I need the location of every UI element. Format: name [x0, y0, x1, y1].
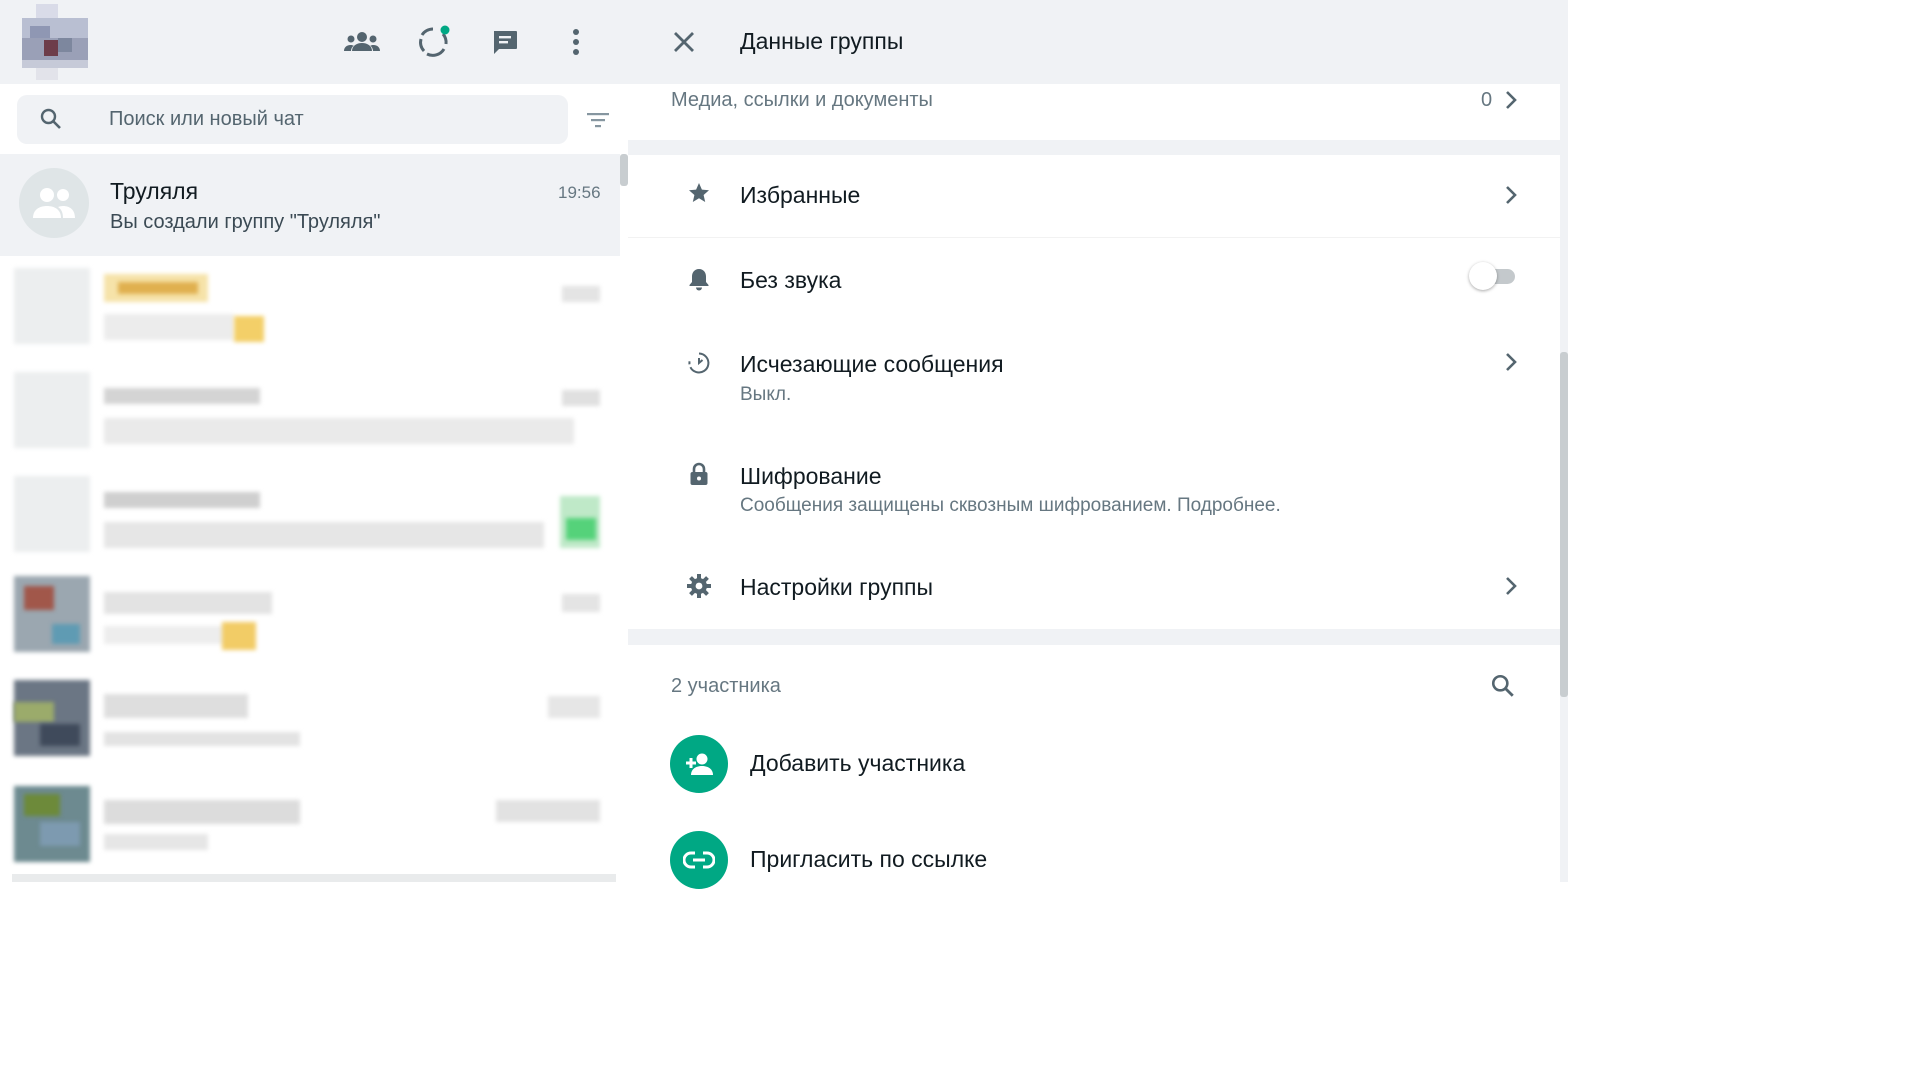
- encryption-row[interactable]: Шифрование Сообщения защищены сквозным ш…: [628, 434, 1560, 546]
- page-title: Данные группы: [740, 28, 904, 54]
- status-icon[interactable]: [413, 22, 453, 62]
- profile-avatar[interactable]: [22, 4, 88, 80]
- media-count: 0: [1481, 89, 1493, 111]
- close-icon: [674, 32, 694, 52]
- gear-icon: [686, 573, 712, 599]
- chat-item-redacted[interactable]: [0, 570, 620, 674]
- invite-link-label: Пригласить по ссылке: [750, 846, 988, 872]
- add-participant-label: Добавить участника: [750, 750, 966, 776]
- chat-name: Труляля: [110, 178, 199, 204]
- left-header: [0, 0, 628, 84]
- link-icon: [670, 831, 728, 889]
- lock-icon: [686, 461, 712, 487]
- search-box: [17, 95, 568, 144]
- starred-label: Избранные: [740, 182, 861, 208]
- media-links-docs-row[interactable]: Медиа, ссылки и документы 0: [628, 84, 1560, 140]
- chat-options-section: Избранные Без звука Исчезающие сообщения…: [628, 155, 1560, 629]
- group-icon: [33, 188, 75, 218]
- chat-list: Труляля 19:56 Вы создали группу "Труляля…: [0, 154, 620, 882]
- chevron-right-icon: [1506, 353, 1517, 371]
- disappearing-messages-row[interactable]: Исчезающие сообщения Выкл.: [628, 322, 1560, 434]
- mute-row[interactable]: Без звука: [628, 238, 1560, 322]
- invite-link-button[interactable]: Пригласить по ссылке: [628, 815, 1560, 905]
- search-icon: [40, 108, 61, 129]
- communities-icon[interactable]: [342, 22, 382, 62]
- chat-item-redacted[interactable]: [0, 258, 620, 362]
- new-chat-icon[interactable]: [485, 22, 525, 62]
- disappearing-status: Выкл.: [740, 384, 792, 405]
- chat-item-redacted[interactable]: [0, 674, 620, 778]
- chat-last-message: Вы создали группу "Труляля": [110, 211, 381, 233]
- star-icon: [686, 180, 712, 206]
- participants-section: 2 участника Добавить участника Пригласит…: [628, 645, 1560, 889]
- search-input[interactable]: [109, 95, 549, 144]
- list-bottom-divider: [12, 874, 616, 882]
- chat-list-pane: Труляля 19:56 Вы создали группу "Труляля…: [0, 0, 628, 882]
- close-button[interactable]: [664, 22, 704, 62]
- group-info-pane: Данные группы Медиа, ссылки и документы …: [628, 0, 1568, 889]
- filter-icon[interactable]: [584, 106, 612, 134]
- menu-icon[interactable]: [556, 22, 596, 62]
- mute-label: Без звука: [740, 267, 842, 293]
- chat-item-redacted[interactable]: [0, 778, 620, 882]
- bell-icon: [686, 266, 712, 292]
- add-participant-button[interactable]: Добавить участника: [628, 719, 1560, 809]
- toggle-knob: [1469, 262, 1497, 290]
- chevron-right-icon: [1506, 91, 1517, 109]
- chevron-right-icon: [1506, 577, 1517, 595]
- mute-toggle[interactable]: [1469, 262, 1515, 290]
- group-info-header: Данные группы: [628, 0, 1568, 84]
- chat-item-redacted[interactable]: [0, 362, 620, 466]
- status-dot: [440, 25, 450, 35]
- disappearing-label: Исчезающие сообщения: [740, 351, 1004, 377]
- group-avatar: [19, 168, 89, 238]
- chat-list-scrollbar[interactable]: [620, 154, 628, 186]
- chat-item-active[interactable]: Труляля 19:56 Вы создали группу "Труляля…: [0, 154, 620, 256]
- search-row: [0, 84, 628, 154]
- encryption-description: Сообщения защищены сквозным шифрованием.…: [740, 495, 1281, 516]
- chat-item-redacted[interactable]: [0, 466, 620, 570]
- group-info-scrollbar[interactable]: [1560, 352, 1568, 697]
- starred-messages-row[interactable]: Избранные: [628, 155, 1560, 237]
- participants-search-icon[interactable]: [1490, 673, 1516, 699]
- add-person-icon: [670, 735, 728, 793]
- whatsapp-web-window: Труляля 19:56 Вы создали группу "Труляля…: [0, 0, 1568, 889]
- group-settings-label: Настройки группы: [740, 574, 934, 600]
- media-label: Медиа, ссылки и документы: [671, 89, 933, 111]
- chevron-right-icon: [1506, 186, 1517, 204]
- participants-count: 2 участника: [671, 675, 781, 697]
- group-settings-row[interactable]: Настройки группы: [628, 546, 1560, 629]
- encryption-label: Шифрование: [740, 463, 882, 489]
- chat-time: 19:56: [558, 183, 601, 202]
- timer-icon: [686, 350, 712, 376]
